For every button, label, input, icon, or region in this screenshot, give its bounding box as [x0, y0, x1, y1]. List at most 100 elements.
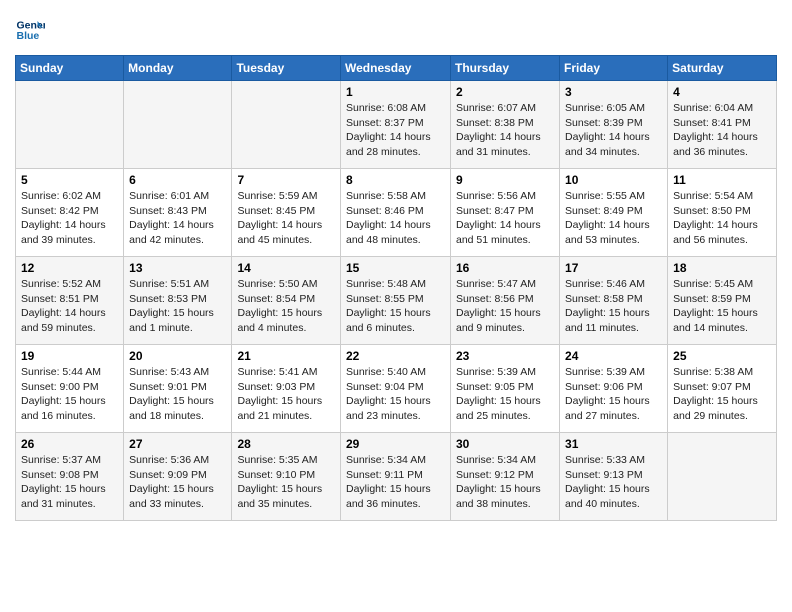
day-info: Sunrise: 6:04 AM Sunset: 8:41 PM Dayligh…	[673, 101, 771, 160]
day-number: 22	[346, 349, 445, 363]
svg-text:Blue: Blue	[17, 30, 40, 42]
day-info: Sunrise: 5:45 AM Sunset: 8:59 PM Dayligh…	[673, 277, 771, 336]
calendar-week-row: 19 Sunrise: 5:44 AM Sunset: 9:00 PM Dayli…	[16, 345, 777, 433]
day-number: 13	[129, 261, 226, 275]
day-number: 11	[673, 173, 771, 187]
calendar-week-row: 26 Sunrise: 5:37 AM Sunset: 9:08 PM Dayli…	[16, 433, 777, 521]
day-info: Sunrise: 5:47 AM Sunset: 8:56 PM Dayligh…	[456, 277, 554, 336]
calendar-day-empty	[124, 81, 232, 169]
col-header-saturday: Saturday	[668, 56, 777, 81]
day-number: 8	[346, 173, 445, 187]
day-info: Sunrise: 5:51 AM Sunset: 8:53 PM Dayligh…	[129, 277, 226, 336]
calendar-day-1: 1 Sunrise: 6:08 AM Sunset: 8:37 PM Daylig…	[341, 81, 451, 169]
col-header-thursday: Thursday	[451, 56, 560, 81]
day-info: Sunrise: 5:35 AM Sunset: 9:10 PM Dayligh…	[237, 453, 335, 512]
col-header-sunday: Sunday	[16, 56, 124, 81]
calendar-table: SundayMondayTuesdayWednesdayThursdayFrid…	[15, 55, 777, 521]
day-info: Sunrise: 5:43 AM Sunset: 9:01 PM Dayligh…	[129, 365, 226, 424]
day-number: 30	[456, 437, 554, 451]
day-number: 2	[456, 85, 554, 99]
day-info: Sunrise: 5:38 AM Sunset: 9:07 PM Dayligh…	[673, 365, 771, 424]
day-info: Sunrise: 5:34 AM Sunset: 9:11 PM Dayligh…	[346, 453, 445, 512]
day-number: 7	[237, 173, 335, 187]
day-info: Sunrise: 5:41 AM Sunset: 9:03 PM Dayligh…	[237, 365, 335, 424]
day-info: Sunrise: 5:48 AM Sunset: 8:55 PM Dayligh…	[346, 277, 445, 336]
day-number: 28	[237, 437, 335, 451]
day-number: 12	[21, 261, 118, 275]
day-number: 19	[21, 349, 118, 363]
day-number: 14	[237, 261, 335, 275]
calendar-day-17: 17Sunrise: 5:46 AM Sunset: 8:58 PM Dayli…	[560, 257, 668, 345]
calendar-day-24: 24Sunrise: 5:39 AM Sunset: 9:06 PM Dayli…	[560, 345, 668, 433]
day-number: 16	[456, 261, 554, 275]
day-info: Sunrise: 5:50 AM Sunset: 8:54 PM Dayligh…	[237, 277, 335, 336]
calendar-header-row: SundayMondayTuesdayWednesdayThursdayFrid…	[16, 56, 777, 81]
day-number: 23	[456, 349, 554, 363]
calendar-day-14: 14 Sunrise: 5:50 AM Sunset: 8:54 PM Dayli…	[232, 257, 341, 345]
day-number: 10	[565, 173, 662, 187]
calendar-week-row: 5Sunrise: 6:02 AM Sunset: 8:42 PM Daylig…	[16, 169, 777, 257]
day-number: 15	[346, 261, 445, 275]
day-number: 4	[673, 85, 771, 99]
calendar-day-29: 29 Sunrise: 5:34 AM Sunset: 9:11 PM Dayli…	[341, 433, 451, 521]
calendar-day-3: 3 Sunrise: 6:05 AM Sunset: 8:39 PM Daylig…	[560, 81, 668, 169]
calendar-day-7: 7 Sunrise: 5:59 AM Sunset: 8:45 PM Daylig…	[232, 169, 341, 257]
calendar-day-19: 19 Sunrise: 5:44 AM Sunset: 9:00 PM Dayli…	[16, 345, 124, 433]
calendar-day-5: 5Sunrise: 6:02 AM Sunset: 8:42 PM Daylig…	[16, 169, 124, 257]
day-number: 9	[456, 173, 554, 187]
calendar-day-25: 25Sunrise: 5:38 AM Sunset: 9:07 PM Dayli…	[668, 345, 777, 433]
day-number: 1	[346, 85, 445, 99]
day-number: 20	[129, 349, 226, 363]
calendar-day-20: 20 Sunrise: 5:43 AM Sunset: 9:01 PM Dayli…	[124, 345, 232, 433]
day-number: 27	[129, 437, 226, 451]
calendar-day-26: 26 Sunrise: 5:37 AM Sunset: 9:08 PM Dayli…	[16, 433, 124, 521]
day-number: 26	[21, 437, 118, 451]
day-number: 31	[565, 437, 662, 451]
logo-icon: General Blue	[15, 15, 45, 45]
calendar-day-22: 22 Sunrise: 5:40 AM Sunset: 9:04 PM Dayli…	[341, 345, 451, 433]
calendar-day-empty	[16, 81, 124, 169]
day-number: 29	[346, 437, 445, 451]
logo: General Blue	[15, 15, 49, 45]
calendar-day-15: 15 Sunrise: 5:48 AM Sunset: 8:55 PM Dayli…	[341, 257, 451, 345]
calendar-day-2: 2Sunrise: 6:07 AM Sunset: 8:38 PM Daylig…	[451, 81, 560, 169]
calendar-day-8: 8 Sunrise: 5:58 AM Sunset: 8:46 PM Daylig…	[341, 169, 451, 257]
day-info: Sunrise: 5:46 AM Sunset: 8:58 PM Dayligh…	[565, 277, 662, 336]
calendar-day-10: 10 Sunrise: 5:55 AM Sunset: 8:49 PM Dayli…	[560, 169, 668, 257]
day-info: Sunrise: 5:55 AM Sunset: 8:49 PM Dayligh…	[565, 189, 662, 248]
calendar-day-4: 4 Sunrise: 6:04 AM Sunset: 8:41 PM Daylig…	[668, 81, 777, 169]
day-info: Sunrise: 6:08 AM Sunset: 8:37 PM Dayligh…	[346, 101, 445, 160]
calendar-week-row: 1 Sunrise: 6:08 AM Sunset: 8:37 PM Daylig…	[16, 81, 777, 169]
day-info: Sunrise: 5:34 AM Sunset: 9:12 PM Dayligh…	[456, 453, 554, 512]
calendar-day-12: 12Sunrise: 5:52 AM Sunset: 8:51 PM Dayli…	[16, 257, 124, 345]
day-info: Sunrise: 6:05 AM Sunset: 8:39 PM Dayligh…	[565, 101, 662, 160]
day-info: Sunrise: 5:39 AM Sunset: 9:05 PM Dayligh…	[456, 365, 554, 424]
calendar-day-11: 11Sunrise: 5:54 AM Sunset: 8:50 PM Dayli…	[668, 169, 777, 257]
calendar-day-31: 31 Sunrise: 5:33 AM Sunset: 9:13 PM Dayli…	[560, 433, 668, 521]
day-info: Sunrise: 5:56 AM Sunset: 8:47 PM Dayligh…	[456, 189, 554, 248]
calendar-day-9: 9 Sunrise: 5:56 AM Sunset: 8:47 PM Daylig…	[451, 169, 560, 257]
calendar-day-empty	[668, 433, 777, 521]
day-number: 6	[129, 173, 226, 187]
page-header: General Blue	[15, 15, 777, 45]
day-info: Sunrise: 5:58 AM Sunset: 8:46 PM Dayligh…	[346, 189, 445, 248]
day-info: Sunrise: 5:36 AM Sunset: 9:09 PM Dayligh…	[129, 453, 226, 512]
day-number: 18	[673, 261, 771, 275]
calendar-day-empty	[232, 81, 341, 169]
calendar-day-13: 13 Sunrise: 5:51 AM Sunset: 8:53 PM Dayli…	[124, 257, 232, 345]
day-info: Sunrise: 6:02 AM Sunset: 8:42 PM Dayligh…	[21, 189, 118, 248]
day-info: Sunrise: 5:44 AM Sunset: 9:00 PM Dayligh…	[21, 365, 118, 424]
col-header-wednesday: Wednesday	[341, 56, 451, 81]
calendar-day-27: 27 Sunrise: 5:36 AM Sunset: 9:09 PM Dayli…	[124, 433, 232, 521]
day-number: 3	[565, 85, 662, 99]
day-info: Sunrise: 6:01 AM Sunset: 8:43 PM Dayligh…	[129, 189, 226, 248]
calendar-day-28: 28 Sunrise: 5:35 AM Sunset: 9:10 PM Dayli…	[232, 433, 341, 521]
col-header-monday: Monday	[124, 56, 232, 81]
day-number: 24	[565, 349, 662, 363]
day-info: Sunrise: 5:40 AM Sunset: 9:04 PM Dayligh…	[346, 365, 445, 424]
day-info: Sunrise: 5:59 AM Sunset: 8:45 PM Dayligh…	[237, 189, 335, 248]
day-info: Sunrise: 5:33 AM Sunset: 9:13 PM Dayligh…	[565, 453, 662, 512]
day-info: Sunrise: 5:37 AM Sunset: 9:08 PM Dayligh…	[21, 453, 118, 512]
calendar-day-30: 30 Sunrise: 5:34 AM Sunset: 9:12 PM Dayli…	[451, 433, 560, 521]
calendar-day-6: 6 Sunrise: 6:01 AM Sunset: 8:43 PM Daylig…	[124, 169, 232, 257]
